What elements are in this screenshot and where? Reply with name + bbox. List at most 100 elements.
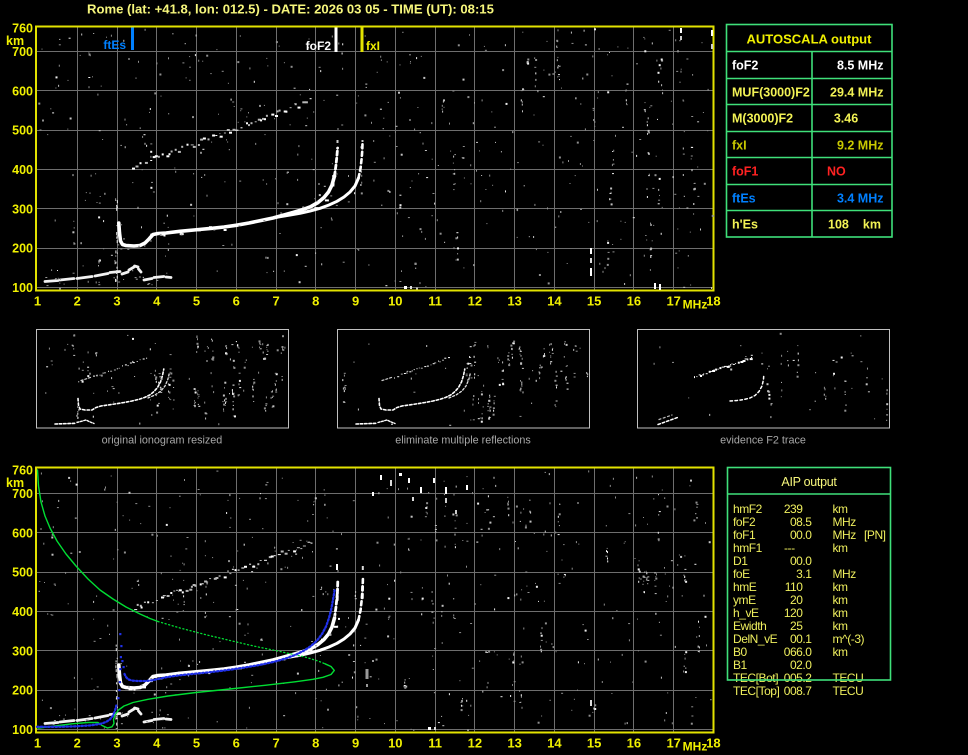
svg-text:15: 15 [587, 736, 601, 751]
svg-text:foF2: foF2 [306, 39, 332, 53]
svg-text:400: 400 [12, 163, 33, 177]
svg-text:8: 8 [312, 294, 319, 309]
svg-text:MHz: MHz [833, 528, 857, 542]
svg-text:9: 9 [352, 294, 359, 309]
svg-text:4: 4 [153, 294, 161, 309]
svg-text:8: 8 [312, 736, 319, 751]
svg-text:MHz: MHz [683, 298, 708, 312]
svg-text:00.0: 00.0 [790, 554, 812, 568]
svg-text:km: km [863, 218, 881, 232]
svg-text:17: 17 [666, 736, 680, 751]
svg-text:108: 108 [828, 218, 849, 232]
svg-text:239: 239 [784, 502, 803, 516]
svg-text:foF2: foF2 [733, 515, 756, 529]
svg-text:12: 12 [468, 294, 482, 309]
svg-text:h'Es: h'Es [732, 218, 758, 232]
svg-text:foF1: foF1 [733, 528, 756, 542]
svg-text:Ewidth: Ewidth [733, 619, 766, 633]
svg-text:hmF2: hmF2 [733, 502, 763, 516]
svg-text:TECU: TECU [833, 671, 864, 685]
svg-text:eliminate multiple reflections: eliminate multiple reflections [395, 435, 531, 447]
svg-text:km: km [833, 502, 849, 516]
svg-text:foF1: foF1 [732, 165, 758, 179]
svg-text:DelN_vE: DelN_vE [733, 632, 778, 646]
svg-text:10: 10 [388, 736, 402, 751]
svg-text:18: 18 [706, 736, 720, 751]
svg-text:6: 6 [233, 736, 240, 751]
svg-text:600: 600 [12, 84, 33, 98]
svg-text:km: km [833, 619, 849, 633]
svg-text:1: 1 [34, 736, 41, 751]
svg-text:11: 11 [428, 736, 442, 751]
svg-text:5: 5 [193, 294, 200, 309]
svg-text:16: 16 [627, 294, 641, 309]
svg-text:B0: B0 [733, 645, 748, 659]
svg-text:MHz: MHz [833, 515, 857, 529]
svg-text:km: km [833, 580, 849, 594]
svg-text:---: --- [784, 541, 795, 555]
svg-text:200: 200 [12, 242, 33, 256]
svg-text:400: 400 [12, 605, 33, 619]
svg-text:3.1: 3.1 [796, 567, 812, 581]
svg-text:300: 300 [12, 644, 33, 658]
svg-text:15: 15 [587, 294, 601, 309]
svg-text:D1: D1 [733, 554, 748, 568]
svg-text:3: 3 [113, 736, 120, 751]
svg-text:TEC[Bot]: TEC[Bot] [733, 671, 778, 685]
svg-text:005.2: 005.2 [784, 671, 813, 685]
svg-text:300: 300 [12, 202, 33, 216]
svg-text:km: km [6, 34, 24, 48]
svg-text:7: 7 [272, 736, 279, 751]
svg-text:B1: B1 [733, 658, 748, 672]
svg-text:3: 3 [113, 294, 120, 309]
svg-text:25: 25 [790, 619, 803, 633]
svg-text:km: km [6, 476, 24, 490]
svg-text:100: 100 [12, 281, 33, 295]
svg-text:foF2: foF2 [732, 59, 758, 73]
svg-text:16: 16 [627, 736, 641, 751]
svg-text:km: km [833, 593, 849, 607]
svg-text:13: 13 [507, 294, 521, 309]
svg-text:00.1: 00.1 [790, 632, 812, 646]
svg-text:9: 9 [352, 736, 359, 751]
svg-text:100: 100 [12, 723, 33, 737]
svg-text:evidence F2 trace: evidence F2 trace [720, 435, 806, 447]
svg-text:TECU: TECU [833, 684, 864, 698]
svg-text:10: 10 [388, 294, 402, 309]
svg-text:14: 14 [547, 294, 562, 309]
svg-text:1: 1 [34, 294, 41, 309]
svg-text:18: 18 [706, 294, 720, 309]
svg-text:12: 12 [468, 736, 482, 751]
svg-text:MHz: MHz [683, 740, 708, 754]
svg-text:500: 500 [12, 124, 33, 138]
svg-text:2: 2 [74, 294, 81, 309]
svg-text:fxI: fxI [366, 39, 380, 53]
svg-text:ymE: ymE [733, 593, 756, 607]
svg-text:7: 7 [272, 294, 279, 309]
svg-text:08.5: 08.5 [790, 515, 812, 529]
svg-text:NO: NO [827, 165, 846, 179]
svg-text:17: 17 [666, 294, 680, 309]
svg-text:hmE: hmE [733, 580, 757, 594]
svg-text:500: 500 [12, 566, 33, 580]
svg-text:11: 11 [428, 294, 442, 309]
svg-text:[PN]: [PN] [864, 528, 886, 542]
svg-text:9.2 MHz: 9.2 MHz [837, 139, 884, 153]
svg-text:008.7: 008.7 [784, 684, 813, 698]
svg-text:ftEs: ftEs [732, 192, 756, 206]
svg-text:TEC[Top]: TEC[Top] [733, 684, 780, 698]
svg-text:MHz: MHz [833, 567, 857, 581]
svg-text:km: km [833, 645, 849, 659]
svg-text:h_vE: h_vE [733, 606, 759, 620]
svg-text:110: 110 [785, 580, 804, 594]
svg-text:200: 200 [12, 684, 33, 698]
svg-text:14: 14 [547, 736, 562, 751]
svg-text:fxI: fxI [732, 139, 747, 153]
svg-text:foE: foE [733, 567, 750, 581]
svg-text:3.46: 3.46 [834, 112, 858, 126]
svg-text:600: 600 [12, 526, 33, 540]
svg-text:MUF(3000)F2: MUF(3000)F2 [732, 86, 810, 100]
svg-text:3.4 MHz: 3.4 MHz [837, 192, 884, 206]
svg-text:hmF1: hmF1 [733, 541, 763, 555]
svg-text:066.0: 066.0 [784, 645, 813, 659]
